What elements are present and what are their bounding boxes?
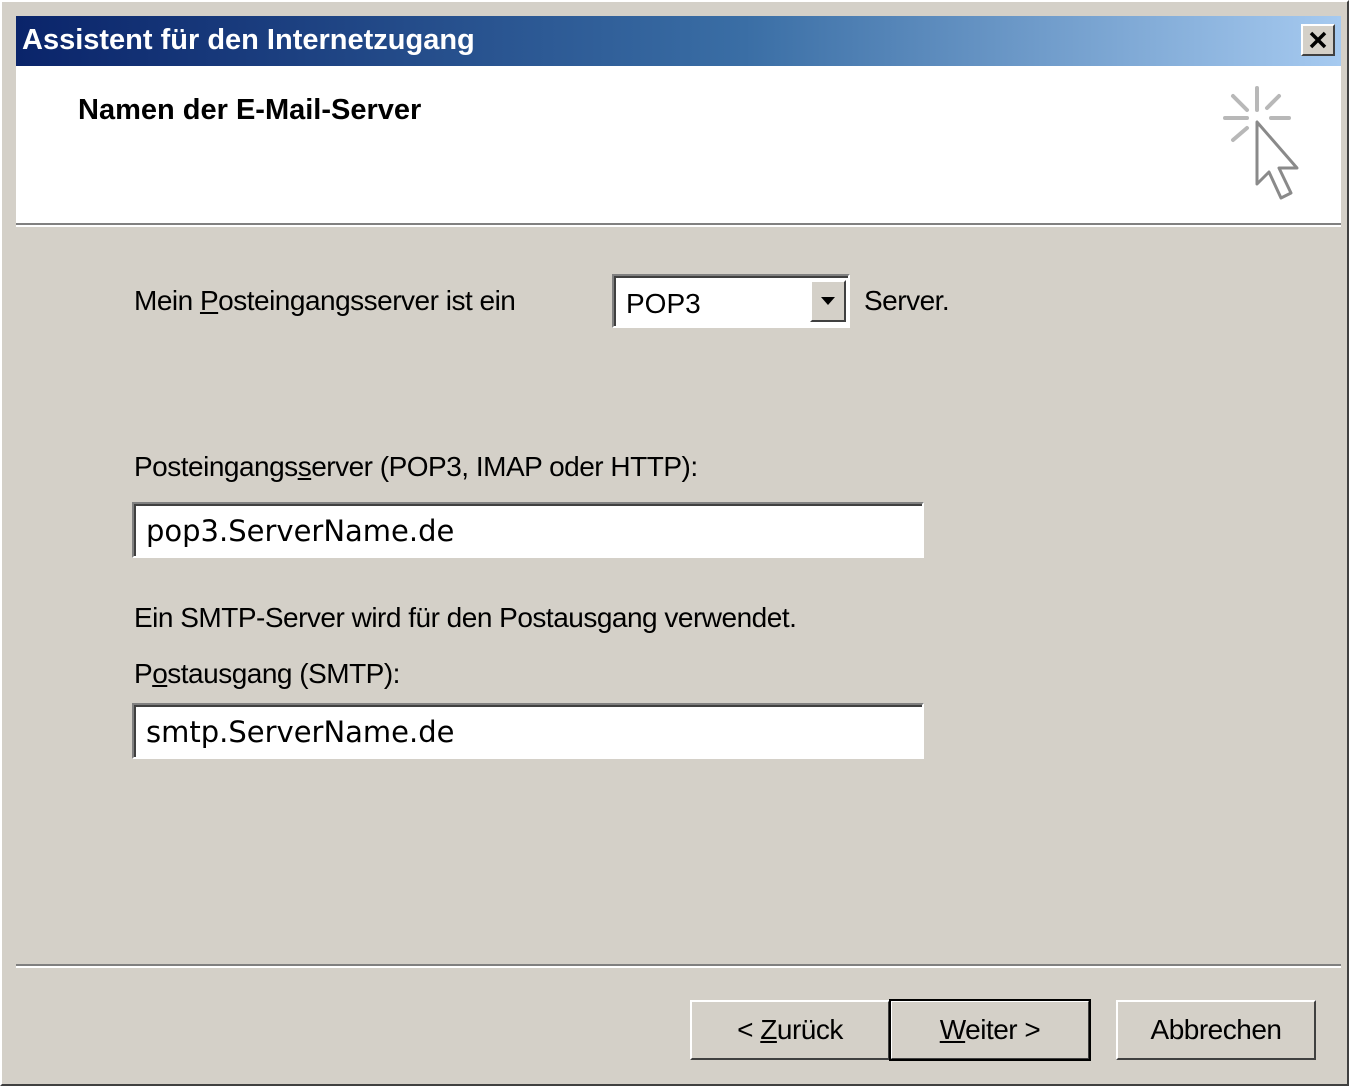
incoming-server-label-before: Posteingangs [134,451,298,482]
window-title: Assistent für den Internetzugang [22,24,475,56]
incoming-server-input[interactable] [134,504,922,556]
incoming-server-field-frame [132,502,924,558]
outgoing-server-label: Postausgang (SMTP): [134,658,400,690]
incoming-type-label-access: P [199,285,219,316]
title-bar[interactable]: Assistent für den Internetzugang [16,16,1341,66]
outgoing-server-label-before: P [134,658,153,689]
next-button[interactable]: Weiter > [889,999,1091,1061]
next-button-label-access: W [939,1014,966,1045]
back-button-label-before: < [737,1014,761,1045]
outgoing-server-label-after: stausgang (SMTP): [167,658,400,689]
incoming-type-label-before: Mein [134,285,200,316]
server-type-dropdown[interactable]: POP3 [612,274,850,328]
cancel-button-label: Abbrechen [1150,1014,1282,1045]
footer-divider-highlight [16,966,1341,968]
back-button-label-after: urück [776,1014,843,1045]
back-button-label-access: Z [760,1014,777,1045]
wizard-cursor-icon [1223,86,1299,200]
smtp-info-text: Ein SMTP-Server wird für den Postausgang… [134,602,797,633]
dropdown-button[interactable] [810,280,846,322]
header-divider-highlight [16,225,1341,227]
outgoing-server-input[interactable] [134,705,922,757]
close-button[interactable] [1301,24,1335,56]
incoming-server-label-after: erver (POP3, IMAP oder HTTP): [311,451,698,482]
incoming-server-label-access: s [297,451,312,482]
page-title: Namen der E-Mail-Server [78,94,422,126]
chevron-down-icon [821,297,835,305]
server-suffix-label: Server. [864,285,950,316]
wizard-header: Namen der E-Mail-Server [16,66,1341,223]
next-button-label-after: eiter > [965,1014,1041,1045]
outgoing-server-field-frame [132,703,924,759]
incoming-type-label: Mein Posteingangsserver ist ein [134,285,516,317]
next-button-label: Weiter > [940,1014,1041,1046]
outgoing-server-label-access: o [152,658,168,689]
back-button[interactable]: < Zurück [690,1000,890,1060]
close-icon [1309,31,1327,49]
incoming-type-label-after: osteingangsserver ist ein [218,285,516,316]
incoming-server-label: Posteingangsserver (POP3, IMAP oder HTTP… [134,451,698,483]
dropdown-selected-value: POP3 [626,288,701,319]
wizard-window: Assistent für den Internetzugang Namen d… [0,0,1349,1086]
back-button-label: < Zurück [737,1014,843,1046]
dropdown-frame: POP3 [614,276,848,326]
cancel-button[interactable]: Abbrechen [1116,1000,1316,1060]
